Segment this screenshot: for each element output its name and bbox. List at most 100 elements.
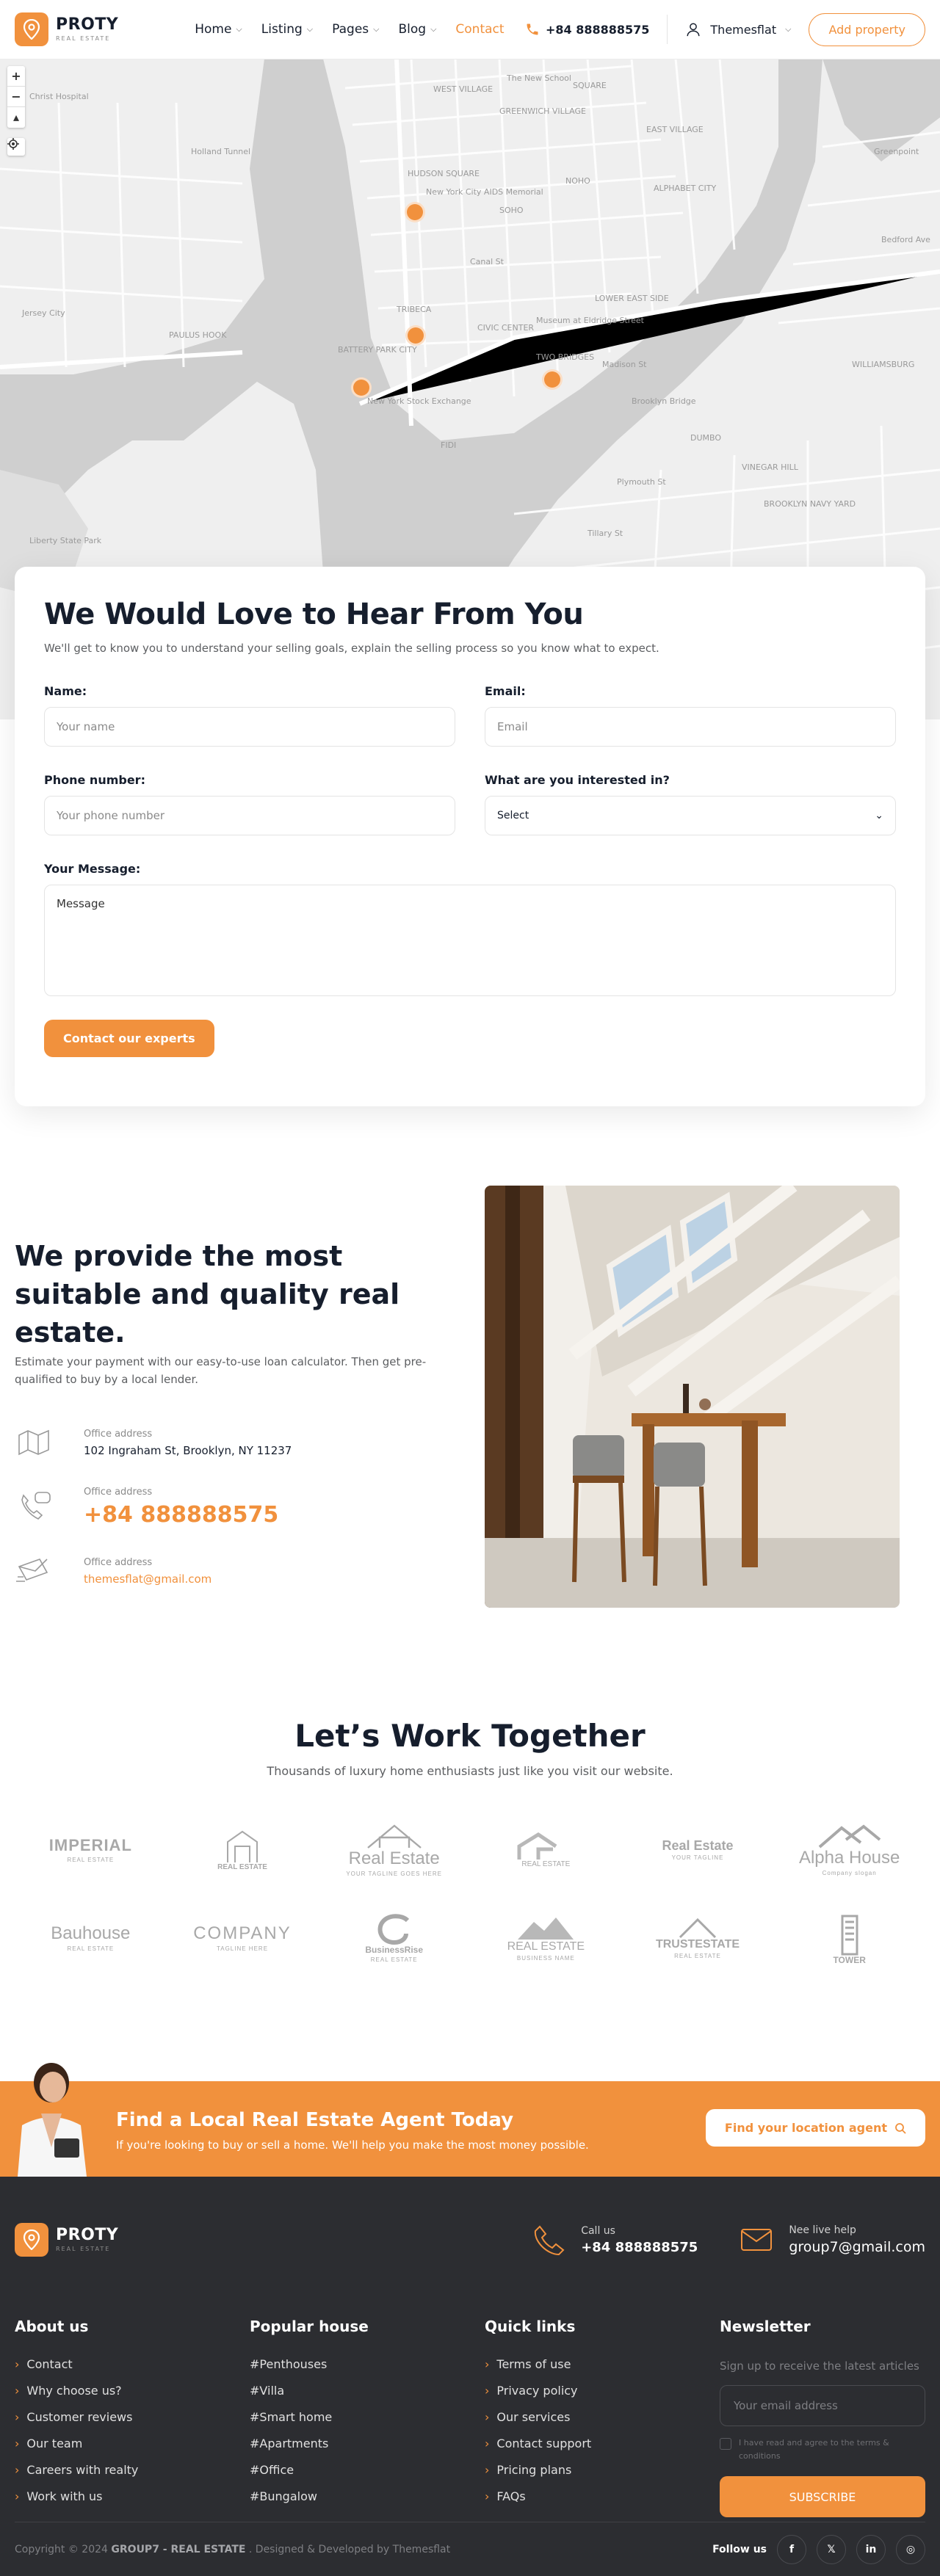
chevron-right-icon: › [15, 2463, 20, 2477]
office-phone[interactable]: +84 888888575 [84, 1502, 278, 1528]
user-menu[interactable]: Themesflat ⌵ [685, 21, 791, 37]
partner-logo-sub: REAL ESTATE [67, 1856, 115, 1863]
copyright-suffix: . Designed & Developed by Themesflat [245, 2543, 451, 2555]
footer-link[interactable]: › Why choose us? [15, 2384, 250, 2398]
email-label: Email: [485, 684, 526, 698]
footer-bottom-bar: Copyright © 2024 GROUP7 - REAL ESTATE . … [15, 2522, 925, 2576]
facebook-icon[interactable]: f [777, 2534, 806, 2564]
map-label: Brooklyn Bridge [632, 396, 696, 406]
email-input[interactable]: Email [485, 707, 896, 747]
logo[interactable]: PROTY REAL ESTATE [15, 12, 118, 46]
terms-agree: I have read and agree to the terms & con… [720, 2437, 925, 2463]
info-phone: Office address +84 888888575 [15, 1487, 278, 1528]
banner-title: Find a Local Real Estate Agent Today [116, 2109, 514, 2131]
footer-tag-link[interactable]: #Penthouses [250, 2357, 485, 2371]
footer-popular-title: Popular house [250, 2318, 369, 2335]
nav-blog[interactable]: Blog ⌵ [398, 22, 436, 37]
site-header: PROTY REAL ESTATE Home ⌵ Listing ⌵ Pages ⌵ … [0, 0, 940, 59]
map-label: Greenpoint [874, 147, 919, 156]
header-phone[interactable]: +84 888888575 [525, 22, 649, 37]
message-label: Your Message: [44, 862, 141, 876]
terms-checkbox[interactable] [720, 2438, 731, 2450]
interest-field-group: What are you interested in? Select ⌄ [485, 773, 896, 835]
nav-label: Home [195, 22, 232, 37]
footer-link-label: Pricing plans [496, 2463, 572, 2477]
phone-input[interactable]: Your phone number [44, 796, 455, 835]
partner-logo-text: REAL ESTATE [217, 1862, 267, 1871]
footer-link[interactable]: › Customer reviews [15, 2410, 250, 2424]
footer-tag-link[interactable]: #Bungalow [250, 2489, 485, 2503]
footer-link[interactable]: › Work with us [15, 2489, 250, 2503]
map-label: DUMBO [690, 433, 721, 443]
footer-link[interactable]: › Contact support [485, 2437, 720, 2450]
divider [667, 15, 668, 44]
zoom-out-button[interactable]: − [7, 87, 25, 107]
map-label: New York City AIDS Memorial [426, 187, 543, 197]
footer-logo-tagline: REAL ESTATE [56, 2246, 111, 2252]
copyright: Copyright © 2024 GROUP7 - REAL ESTATE . … [15, 2544, 450, 2555]
phone-chat-icon [15, 1491, 53, 1523]
name-placeholder: Your name [57, 720, 115, 733]
footer-about-column: About us › Contact › Why choose us? › Custo… [15, 2318, 250, 2517]
info-address: Office address 102 Ingraham St, Brooklyn,… [15, 1428, 292, 1457]
footer-tag-link[interactable]: #Apartments [250, 2437, 485, 2450]
footer-link-label: Privacy policy [496, 2384, 578, 2398]
nav-home[interactable]: Home ⌵ [195, 22, 242, 37]
footer-link[interactable]: › Terms of use [485, 2357, 720, 2371]
footer-help[interactable]: Nee live help group7@gmail.com [739, 2222, 925, 2257]
phone-icon [527, 23, 538, 35]
footer-link[interactable]: › FAQs [485, 2489, 720, 2503]
map-label: FIDI [441, 440, 456, 450]
instagram-icon[interactable]: ◎ [896, 2534, 925, 2564]
chevron-right-icon: › [15, 2410, 20, 2424]
footer-quick-title: Quick links [485, 2318, 576, 2335]
linkedin-icon[interactable]: in [856, 2534, 886, 2564]
nav-contact[interactable]: Contact [455, 22, 504, 37]
map-marker[interactable] [542, 369, 563, 390]
contact-experts-button[interactable]: Contact our experts [44, 1020, 214, 1057]
footer-quick-column: Quick links › Terms of use › Privacy polic… [485, 2318, 720, 2517]
partner-logo-sub: YOUR TAGLINE GOES HERE [346, 1870, 442, 1877]
map-label: TRIBECA [396, 305, 432, 314]
map-label: GREENWICH VILLAGE [499, 106, 586, 116]
footer-tag-link[interactable]: #Villa [250, 2384, 485, 2398]
interest-select[interactable]: Select ⌄ [485, 796, 896, 835]
map-label: EAST VILLAGE [646, 125, 704, 134]
nav-pages[interactable]: Pages ⌵ [332, 22, 379, 37]
x-twitter-icon[interactable]: 𝕏 [817, 2534, 846, 2564]
copyright-brand: GROUP7 - REAL ESTATE [111, 2543, 246, 2555]
nav-listing[interactable]: Listing ⌵ [261, 22, 313, 37]
name-input[interactable]: Your name [44, 707, 455, 747]
nav-label: Listing [261, 22, 303, 37]
footer-link[interactable]: › Privacy policy [485, 2384, 720, 2398]
footer-link[interactable]: › Pricing plans [485, 2463, 720, 2477]
chevron-right-icon: › [15, 2489, 20, 2503]
map-marker[interactable] [405, 202, 425, 222]
add-property-button[interactable]: Add property [809, 12, 925, 46]
map-marker[interactable] [351, 377, 372, 398]
footer-tag-link[interactable]: #Office [250, 2463, 485, 2477]
footer-link[interactable]: › Careers with realty [15, 2463, 250, 2477]
footer-link[interactable]: › Contact [15, 2357, 250, 2371]
footer-link[interactable]: › Our team [15, 2437, 250, 2450]
footer-link-label: Careers with realty [26, 2463, 139, 2477]
map-icon [15, 1428, 53, 1457]
map-marker[interactable] [405, 325, 426, 346]
office-email[interactable]: themesflat@gmail.com [84, 1572, 212, 1586]
find-agent-button[interactable]: Find your location agent [705, 2109, 925, 2147]
footer-tag-link[interactable]: #Smart home [250, 2410, 485, 2424]
message-textarea[interactable]: Message [44, 885, 896, 996]
footer-call[interactable]: Call us +84 888888575 [531, 2222, 698, 2257]
footer-logo[interactable]: PROTY REAL ESTATE [15, 2223, 118, 2257]
agent-banner: Find a Local Real Estate Agent Today If … [0, 2063, 940, 2177]
footer-link[interactable]: › Our services [485, 2410, 720, 2424]
geolocate-button[interactable] [7, 138, 25, 156]
partner-logo: TRUSTESTATE REAL ESTATE [622, 1901, 774, 1975]
newsletter-email-input[interactable]: Your email address [720, 2385, 925, 2426]
subscribe-button[interactable]: SUBSCRIBE [720, 2476, 925, 2517]
partner-logo-text: REAL ESTATE [521, 1860, 571, 1868]
map-label: Canal St [470, 257, 505, 266]
footer-link-label: Terms of use [496, 2357, 571, 2371]
zoom-in-button[interactable]: + [7, 66, 25, 87]
reset-bearing-button[interactable]: ▴ [7, 107, 25, 128]
